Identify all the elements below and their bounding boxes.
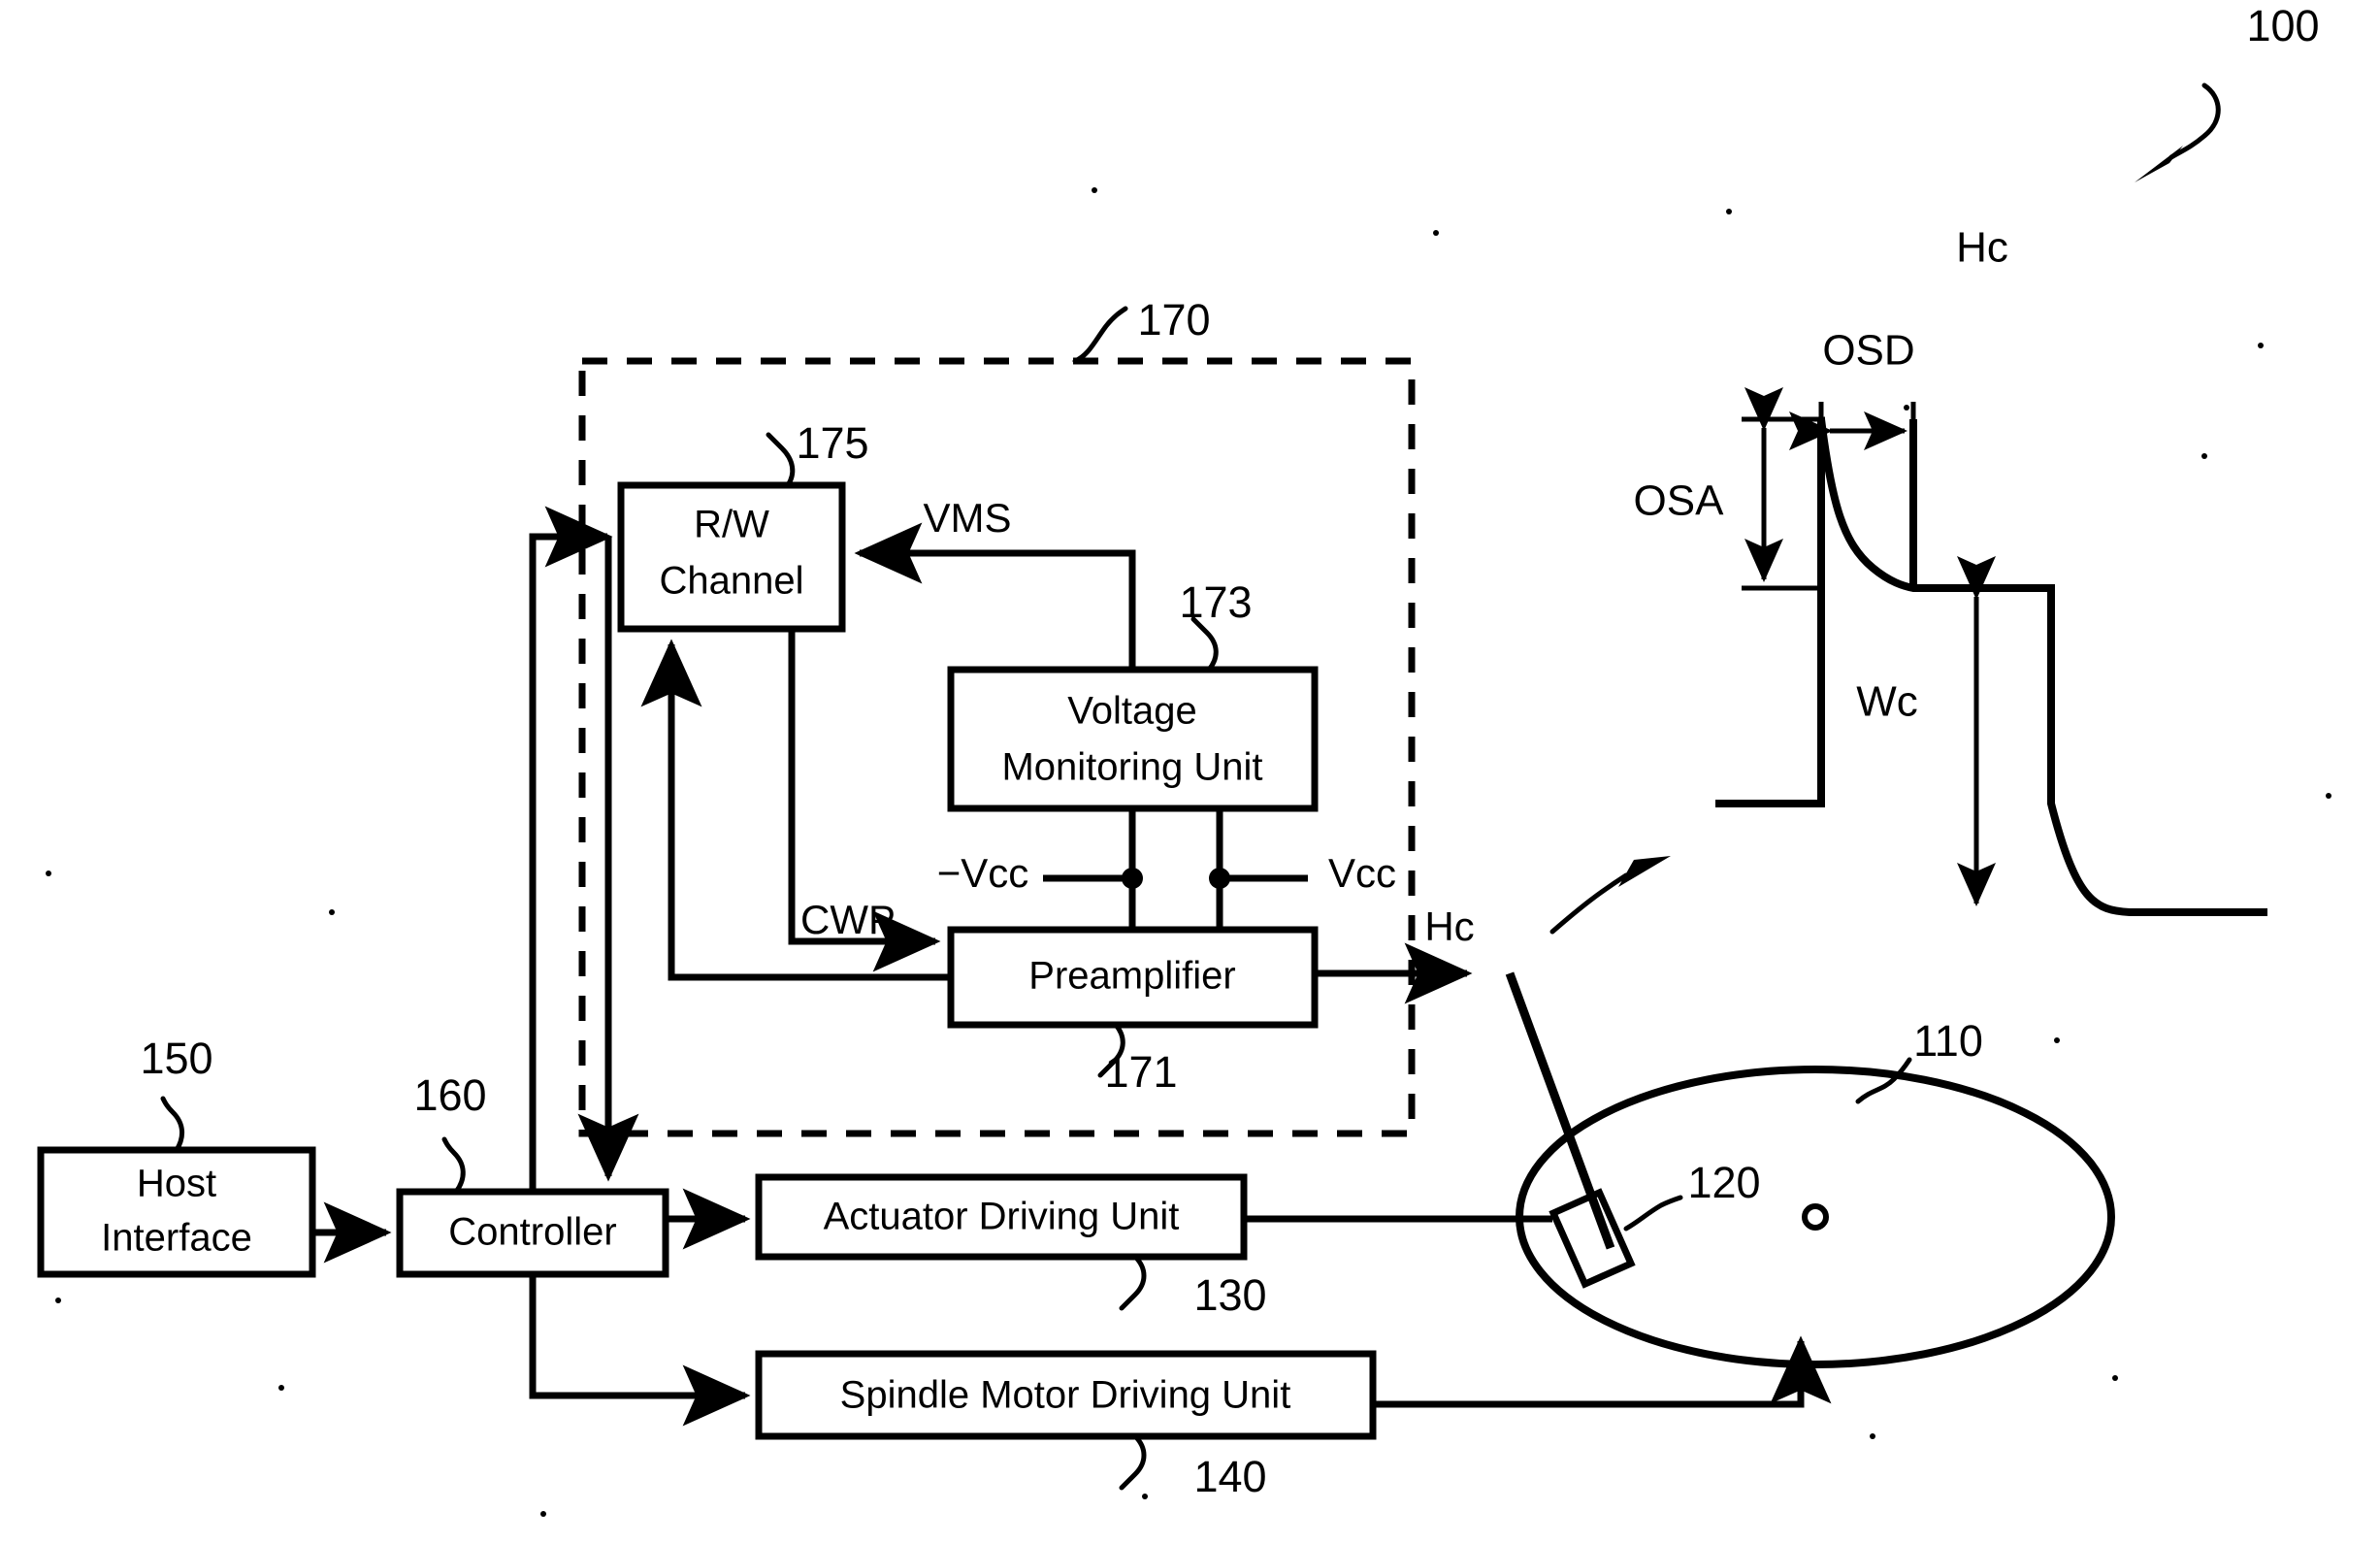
junction-dot-negative [1122,868,1143,889]
ref-number-160: 160 [413,1070,486,1120]
ref-number-173: 173 [1179,577,1252,627]
ref-number-175: 175 [796,418,868,468]
ref-number-120: 120 [1687,1158,1760,1207]
ref-number-110: 110 [1913,1016,1983,1066]
spindle-motor-driving-unit-label: Spindle Motor Driving Unit [840,1374,1291,1417]
waveform-label-wc: Wc [1856,678,1918,726]
rw-channel-label-line2: Channel [659,560,803,603]
preamplifier-label: Preamplifier [1028,955,1235,998]
host-interface-label-line1: Host [137,1163,216,1205]
waveform-title: Hc [1956,224,2008,272]
waveform-trace [1715,418,2267,916]
disk-hub [1802,1203,1829,1231]
ref-number-150: 150 [140,1034,212,1083]
leader-160 [441,1136,466,1195]
wire-cwp-to-preamplifier [788,629,941,972]
rw-channel-label-line1: R/W [694,504,769,546]
signal-label-cwp: CWP [800,897,896,942]
wire-controller-to-rw-channel [529,506,613,1192]
leader-130 [1119,1254,1147,1311]
ref-number-171: 171 [1104,1047,1177,1097]
leader-175 [766,432,796,488]
junction-dot-positive [1209,868,1230,889]
hc-waveform-pointer [1549,856,1671,935]
signal-label-vms: VMS [923,495,1011,541]
controller-label: Controller [448,1211,616,1254]
host-interface-label-line2: Interface [101,1217,252,1260]
waveform-plot: Hc OSD OSA Wc [1634,224,2267,916]
actuator-driving-unit-label: Actuator Driving Unit [824,1196,1180,1238]
ref-number-140: 140 [1193,1452,1266,1501]
wire-controller-to-spindle [529,1274,751,1427]
signal-label-vcc-positive: Vcc [1328,850,1396,896]
figure-canvas: 100 170 R/W Channel 175 Voltage Monitori… [37,1,2331,1517]
ref-number-170: 170 [1137,295,1210,345]
patent-figure: 100 170 R/W Channel 175 Voltage Monitori… [0,0,2380,1544]
voltage-monitor-label-line1: Voltage [1067,690,1196,733]
leader-170 [1072,306,1128,364]
figure-reference-number: 100 [2246,1,2319,50]
ref-number-130: 130 [1193,1270,1266,1320]
figure-reference-leader [2135,82,2221,182]
leader-140 [1119,1433,1147,1491]
wire-vms-to-rw-channel [854,522,1136,670]
voltage-monitor-label-line2: Monitoring Unit [1001,746,1262,789]
waveform-label-osd: OSD [1822,327,1914,375]
signal-label-vcc-negative: −Vcc [937,850,1029,896]
signal-label-hc: Hc [1424,903,1474,949]
waveform-label-osa: OSA [1634,477,1725,525]
leader-150 [160,1096,184,1153]
